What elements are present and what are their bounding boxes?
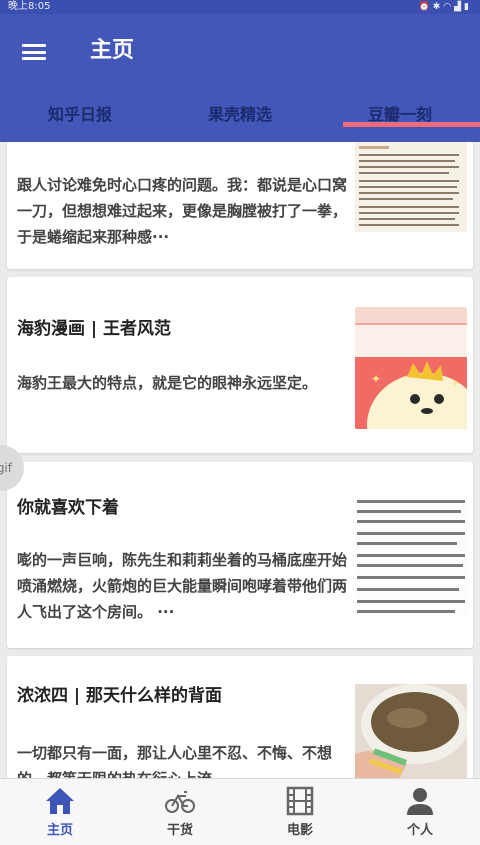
seal-comic-thumbnail: ✦ ✦ [355,307,467,429]
article-summary: 一切都只有一面，那让人心里不忍、不悔、不想的，都等无限的热在衍心上流 [17,744,333,778]
nav-profile-label: 个人 [406,823,433,838]
tab-douban-moment[interactable]: 豆瓣一刻 [320,98,480,142]
page-title: 主页 [90,38,135,63]
svg-text:✦: ✦ [371,372,381,386]
article-title: 浓浓四 | 那天什么样的背面 [17,686,223,706]
article-summary: 嘭的一声巨响，陈先生和莉莉坐着的马桶底座开始喷涌燃烧，火箭炮的巨大能量瞬间咆哮着… [17,551,347,621]
hamburger-menu-icon[interactable] [22,40,46,64]
tab-zhihu-daily[interactable]: 知乎日报 [0,98,160,142]
nav-movies[interactable]: 电影 [240,779,360,845]
status-time: 晚上8:05 [8,1,51,12]
article-card[interactable]: 跟人讨论难免时心口疼的问题。我：都说是心口窝一刀，但想想难过起来，更像是胸膛被打… [7,142,473,269]
article-card[interactable]: 你就喜欢下着 嘭的一声巨响，陈先生和莉莉坐着的马桶底座开始喷涌燃烧，火箭炮的巨大… [7,462,473,648]
alarm-icon: ⏰ [418,2,433,12]
article-title: 你就喜欢下着 [17,498,119,518]
text-page-thumbnail [355,496,467,618]
nav-movies-label: 电影 [286,823,313,838]
home-icon [46,788,74,814]
menu-line [22,57,46,60]
svg-text:✦: ✦ [451,379,459,390]
menu-line [22,50,46,54]
bluetooth-icon: ✱ [432,2,444,12]
nav-home-label: 主页 [46,823,73,838]
food-photo-thumbnail [355,684,467,778]
article-thumbnail: ✦ ✦ [355,307,467,429]
menu-line [22,44,46,47]
text-page-thumbnail [355,142,467,232]
status-bar: 晚上8:05 ⏰✱◠▟▮ [0,0,480,14]
article-card[interactable]: 浓浓四 | 那天什么样的背面 一切都只有一面，那让人心里不忍、不悔、不想的，都等… [7,656,473,778]
bicycle-icon [165,791,195,813]
article-thumbnail [355,684,467,778]
signal-icon: ▟ [454,2,465,12]
film-icon [286,786,314,816]
nav-home[interactable]: 主页 [0,779,120,845]
article-thumbnail [355,142,467,232]
nav-articles-label: 干货 [166,823,193,838]
article-card[interactable]: 海豹漫画 | 王者风范 海豹王最大的特点，就是它的眼神永远坚定。 ✦ ✦ [7,277,473,453]
battery-icon: ▮ [464,2,472,12]
article-summary: 跟人讨论难免时心口疼的问题。我：都说是心口窝一刀，但想想难过起来，更像是胸膛被打… [17,176,347,246]
nav-articles[interactable]: 干货 [120,779,240,845]
active-tab-indicator [343,122,480,127]
wifi-icon: ◠ [443,2,455,12]
nav-profile[interactable]: 个人 [360,779,480,845]
tab-bar: 知乎日报 果壳精选 豆瓣一刻 [0,98,480,142]
article-feed[interactable]: 跟人讨论难免时心口疼的问题。我：都说是心口窝一刀，但想想难过起来，更像是胸膛被打… [0,142,480,778]
bottom-navigation: 主页 干货 电影 个人 [0,778,480,845]
article-thumbnail [355,496,467,618]
article-summary: 海豹王最大的特点，就是它的眼神永远坚定。 [17,374,318,392]
tab-guokr-selected[interactable]: 果壳精选 [160,98,320,142]
person-icon [407,788,433,815]
status-icons: ⏰✱◠▟▮ [419,0,473,14]
article-title: 海豹漫画 | 王者风范 [17,319,172,339]
